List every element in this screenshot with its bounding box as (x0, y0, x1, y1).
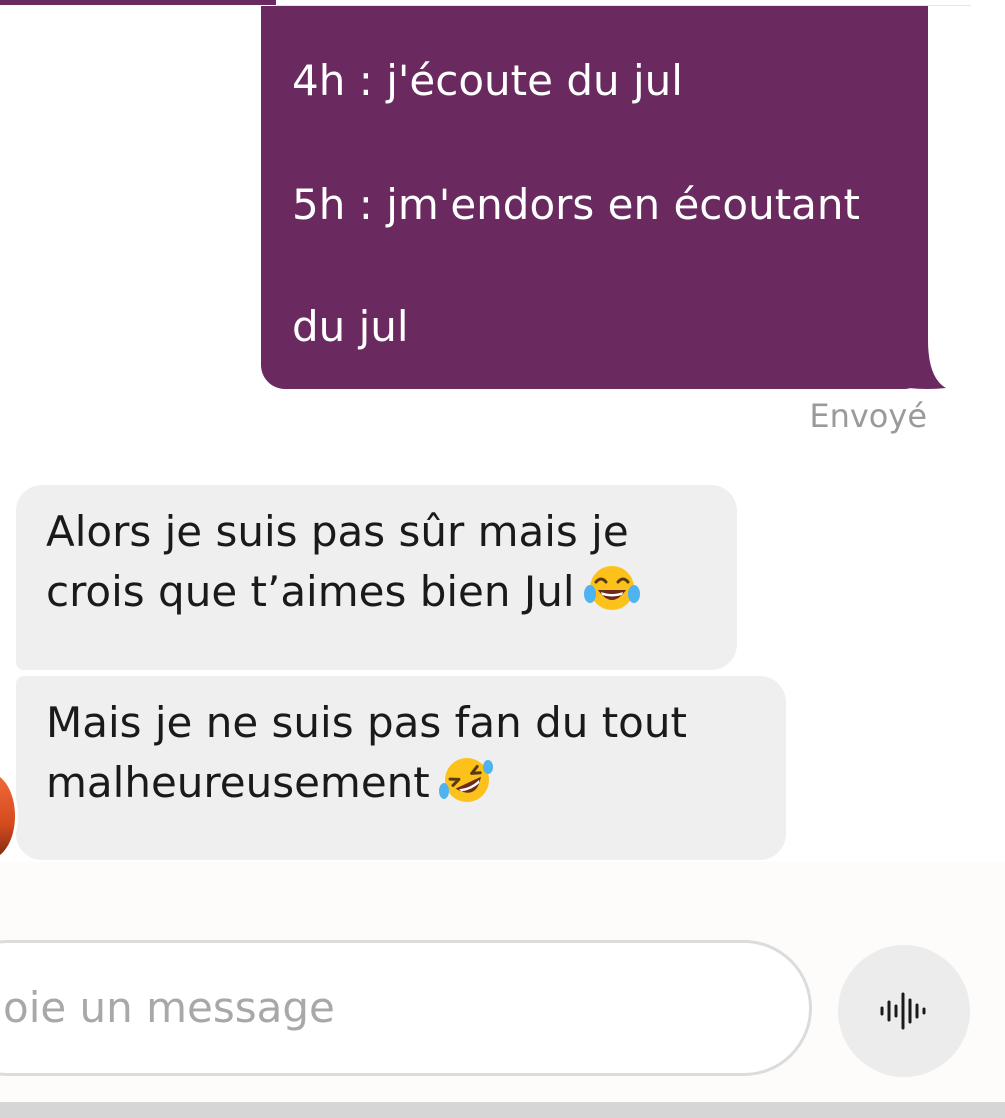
sent-message-line: 4h : j'écoute du jul (292, 56, 683, 105)
face-with-tears-of-joy-icon (583, 566, 640, 610)
rolling-on-the-floor-laughing-icon (438, 758, 493, 802)
voice-waveform-icon (880, 992, 926, 1030)
bottom-bar (0, 1102, 1005, 1118)
message-input[interactable]: oie un message (0, 940, 812, 1076)
received-message-text: crois que t’aimes bien Jul (46, 567, 575, 616)
received-message-bubble[interactable]: Alors je suis pas sûr mais je crois que … (16, 485, 737, 670)
received-message-line-with-emoji: crois que t’aimes bien Jul (46, 562, 707, 622)
chat-screen: 4h : j'écoute du jul 5h : jm'endors en é… (0, 0, 1005, 1118)
sent-message-bubble[interactable]: 4h : j'écoute du jul 5h : jm'endors en é… (261, 6, 928, 389)
received-message-line: Mais je ne suis pas fan du tout (46, 698, 687, 747)
received-message-text: malheureusement (46, 758, 430, 807)
message-input-placeholder: oie un message (3, 983, 335, 1032)
received-message-line-with-emoji: malheureusement (46, 753, 756, 813)
received-message-line: Alors je suis pas sûr mais je (46, 507, 629, 556)
message-status: Envoyé (809, 397, 927, 435)
top-accent-bar (0, 0, 276, 5)
sent-message-line: 5h : jm'endors en écoutant (292, 180, 860, 229)
voice-message-button[interactable] (838, 945, 970, 1077)
sent-message-line: du jul (292, 302, 409, 351)
received-message-bubble[interactable]: Mais je ne suis pas fan du tout malheure… (16, 676, 786, 860)
